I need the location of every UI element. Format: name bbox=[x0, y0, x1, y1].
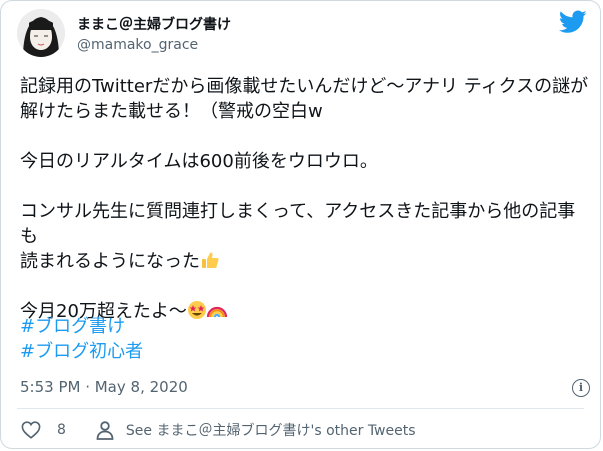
info-icon[interactable]: i bbox=[572, 379, 590, 397]
tweet-line-6: コンサル先生に質問連打しまくって、アクセスきた記事から他の記事も bbox=[20, 201, 576, 247]
rainbow-emoji bbox=[206, 306, 227, 318]
tweet-card: ままこ＠主婦ブログ書け @mamako_grace 記録用のTwitterだから… bbox=[0, 0, 601, 449]
tweet-timestamp[interactable]: 5:53 PM · May 8, 2020 bbox=[20, 378, 188, 396]
see-other-tweets-link[interactable]: See ままこ＠主婦ブログ書け's other Tweets bbox=[126, 420, 416, 440]
tweet-text: 記録用のTwitterだから画像載せたいんだけど〜アナリ ティクスの謎が 解けた… bbox=[20, 74, 590, 324]
heart-icon[interactable] bbox=[21, 421, 41, 439]
avatar[interactable] bbox=[17, 9, 65, 57]
star-struck-emoji bbox=[187, 301, 206, 319]
author-name[interactable]: ままこ＠主婦ブログ書け bbox=[77, 14, 231, 34]
hashtag-link[interactable]: #ブログ初心者 bbox=[20, 339, 143, 364]
tweet-line-4: 今日のリアルタイムは600前後をウロウロ。 bbox=[20, 151, 378, 172]
tweet-line-2: 解けたらまた載せる！（警戒の空白w bbox=[20, 101, 323, 122]
hashtag-link[interactable]: #ブログ書け bbox=[20, 314, 143, 339]
person-icon[interactable] bbox=[96, 420, 114, 440]
action-bar: 8 See ままこ＠主婦ブログ書け's other Tweets bbox=[21, 420, 416, 440]
author-handle[interactable]: @mamako_grace bbox=[77, 37, 198, 53]
tweet-line-1: 記録用のTwitterだから画像載せたいんだけど〜アナリ ティクスの謎が bbox=[20, 76, 589, 97]
like-count: 8 bbox=[57, 422, 66, 438]
hashtag-list: #ブログ書け #ブログ初心者 bbox=[20, 314, 143, 364]
thumbs-up-emoji bbox=[202, 252, 219, 268]
twitter-bird-icon[interactable] bbox=[558, 10, 587, 34]
divider bbox=[17, 408, 584, 409]
tweet-line-7: 読まれるようになった bbox=[20, 251, 200, 272]
